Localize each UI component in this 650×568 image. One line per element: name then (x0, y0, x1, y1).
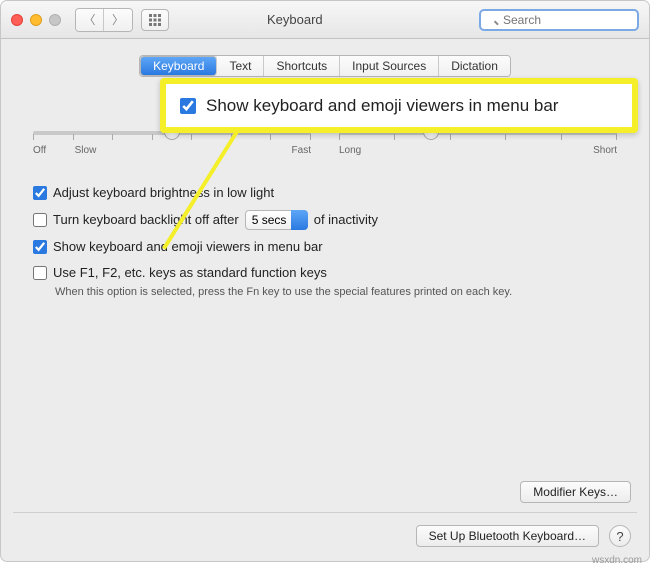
divider (13, 512, 637, 513)
nav-buttons: 〈 〉 (75, 8, 133, 32)
sliders-row: Off Slow Fast Long Short (33, 131, 617, 156)
options: Adjust keyboard brightness in low light … (33, 184, 617, 298)
show-all-button[interactable] (141, 9, 169, 31)
tab-input-sources[interactable]: Input Sources (340, 56, 439, 76)
label-fast: Fast (292, 145, 311, 156)
zoom-icon (49, 14, 61, 26)
watermark: wsxdn.com (592, 555, 642, 566)
titlebar: 〈 〉 Keyboard (1, 1, 649, 39)
close-icon[interactable] (11, 14, 23, 26)
key-repeat-slider: Off Slow Fast (33, 131, 311, 156)
search-input[interactable] (479, 9, 639, 31)
fn-sublabel: When this option is selected, press the … (55, 286, 617, 298)
window-title: Keyboard (267, 12, 323, 27)
help-button[interactable]: ? (609, 525, 631, 547)
fn-checkbox[interactable] (33, 266, 47, 280)
emoji-label: Show keyboard and emoji viewers in menu … (53, 238, 323, 256)
tabbar: Keyboard Text Shortcuts Input Sources Di… (1, 55, 649, 77)
search-icon (479, 9, 639, 31)
backlight-label-a: Turn keyboard backlight off after (53, 211, 239, 229)
grid-icon (149, 14, 161, 26)
backlight-label-b: of inactivity (314, 211, 378, 229)
callout-checkbox[interactable] (180, 98, 196, 114)
fn-label: Use F1, F2, etc. keys as standard functi… (53, 264, 327, 282)
brightness-checkbox[interactable] (33, 186, 47, 200)
tab-shortcuts[interactable]: Shortcuts (264, 56, 340, 76)
tab-keyboard[interactable]: Keyboard (140, 56, 217, 76)
tab-dictation[interactable]: Dictation (439, 56, 510, 76)
label-long: Long (339, 145, 361, 156)
callout: Show keyboard and emoji viewers in menu … (160, 78, 638, 133)
minimize-icon[interactable] (30, 14, 42, 26)
modifier-keys-button[interactable]: Modifier Keys… (520, 481, 631, 503)
back-button[interactable]: 〈 (76, 9, 104, 31)
callout-label: Show keyboard and emoji viewers in menu … (206, 96, 558, 116)
tab-text[interactable]: Text (217, 56, 264, 76)
backlight-select[interactable]: 5 secs (245, 210, 308, 230)
label-short: Short (593, 145, 617, 156)
label-off: Off (33, 145, 46, 156)
brightness-label: Adjust keyboard brightness in low light (53, 184, 274, 202)
backlight-checkbox[interactable] (33, 213, 47, 227)
window-controls (11, 14, 61, 26)
emoji-checkbox[interactable] (33, 240, 47, 254)
delay-slider: Long Short (339, 131, 617, 156)
label-slow: Slow (75, 145, 97, 156)
bluetooth-keyboard-button[interactable]: Set Up Bluetooth Keyboard… (416, 525, 599, 547)
forward-button[interactable]: 〉 (104, 9, 132, 31)
